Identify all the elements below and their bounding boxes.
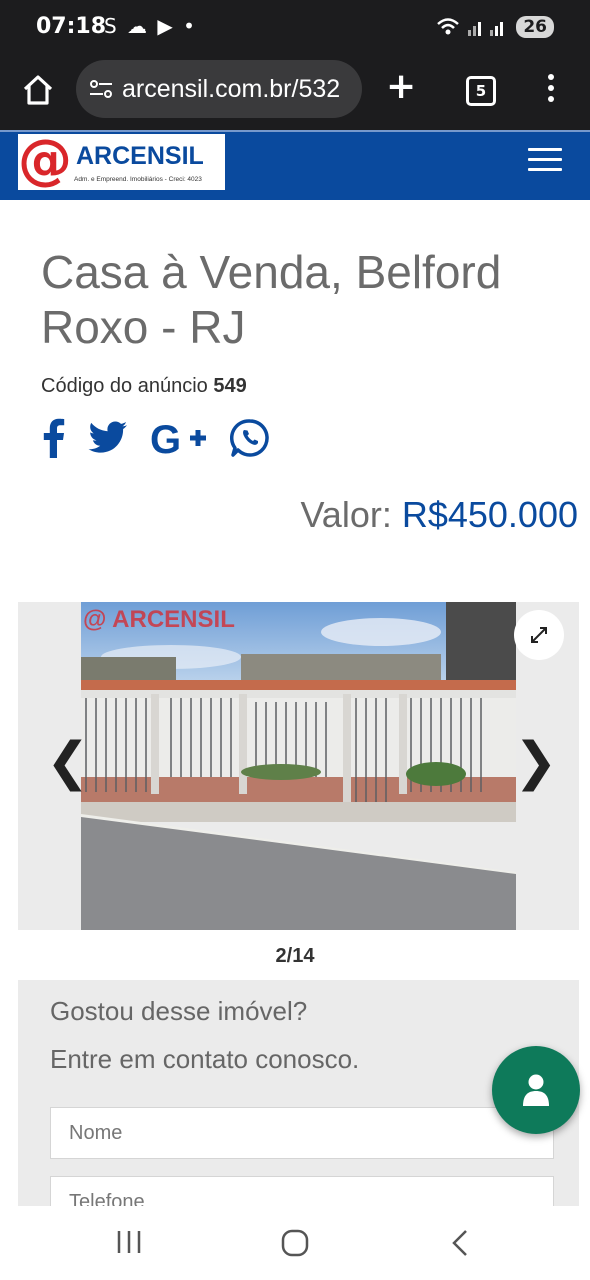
hamburger-menu-icon[interactable] [528, 148, 562, 174]
back-icon[interactable] [450, 1228, 470, 1258]
logo-tagline: Adm. e Empreend. Imobiliários - Creci: 4… [74, 176, 202, 183]
url-text: arcensil.com.br/532 [122, 74, 341, 103]
logo-name: ARCENSIL [76, 142, 204, 170]
social-share: G [40, 418, 270, 458]
photo-gallery: @ ARCENSIL ❮ ❯ [18, 602, 579, 930]
gallery-watermark: @ ARCENSIL [83, 606, 235, 633]
system-nav-bar [0, 1206, 590, 1280]
price-label: Valor: [300, 494, 392, 535]
browser-toolbar: arcensil.com.br/532 + 5 [0, 60, 590, 130]
recents-icon[interactable] [116, 1228, 142, 1256]
price: Valor: R$450.000 [300, 494, 578, 536]
site-settings-icon[interactable] [88, 76, 114, 102]
name-field[interactable] [51, 1108, 553, 1158]
fullscreen-button[interactable] [514, 610, 564, 660]
notification-icons: S ☁ ▶ • [104, 14, 197, 38]
listing-title: Casa à Venda, Belford Roxo - RJ [41, 246, 502, 353]
tab-switcher-button[interactable]: 5 [466, 76, 496, 106]
signal-icon [468, 22, 504, 36]
contact-fab-button[interactable] [492, 1046, 580, 1134]
battery-indicator: 26 [516, 16, 554, 38]
house-photo-image: @ ARCENSIL [81, 602, 516, 930]
code-value: 549 [213, 375, 247, 397]
gallery-counter: 2/14 [275, 945, 315, 967]
new-tab-icon[interactable]: + [386, 66, 416, 107]
gallery-prev-button[interactable]: ❮ [46, 732, 90, 792]
contact-subtitle: Entre em contato conosco. [50, 1044, 360, 1074]
status-right: 26 [436, 16, 554, 38]
listing-code: Código do anúncio 549 [41, 375, 247, 398]
site-header: @ ARCENSIL Adm. e Empreend. Imobiliários… [0, 130, 590, 200]
google-plus-icon[interactable]: G [150, 419, 208, 457]
wifi-icon [437, 18, 460, 35]
home-icon[interactable] [20, 72, 56, 108]
more-menu-icon[interactable] [548, 74, 556, 104]
address-bar[interactable]: arcensil.com.br/532 [76, 60, 362, 118]
name-field-wrapper [50, 1107, 554, 1159]
status-time: 07:18 [36, 14, 107, 39]
code-label: Código do anúncio [41, 375, 208, 397]
svg-text:G: G [150, 419, 181, 457]
twitter-icon[interactable] [88, 421, 128, 455]
expand-icon [531, 627, 547, 643]
contact-title: Gostou desse imóvel? [50, 996, 308, 1026]
site-logo[interactable]: @ ARCENSIL Adm. e Empreend. Imobiliários… [18, 130, 225, 190]
home-nav-icon[interactable] [280, 1228, 310, 1258]
logo-symbol: @ [18, 128, 72, 191]
facebook-icon[interactable] [40, 418, 66, 458]
gallery-next-button[interactable]: ❯ [514, 732, 558, 792]
price-value: R$450.000 [401, 494, 578, 535]
status-bar: 07:18 S ☁ ▶ • 26 [0, 0, 590, 60]
whatsapp-icon[interactable] [230, 418, 270, 458]
property-photo[interactable]: @ ARCENSIL [81, 602, 516, 930]
person-icon [523, 1074, 549, 1106]
